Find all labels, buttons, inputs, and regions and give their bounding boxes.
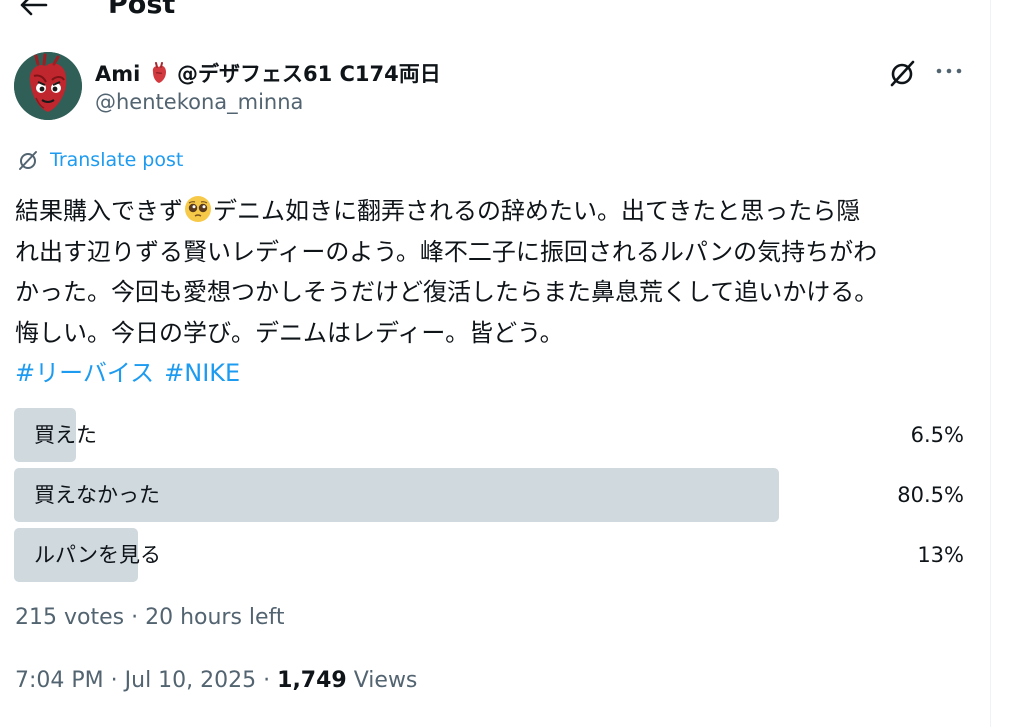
hashtag-levis[interactable]: #リーバイス	[15, 353, 154, 394]
views-label: Views	[346, 668, 418, 693]
poll-option-percent: 80.5%	[897, 483, 964, 507]
poll-option: 買えなかった 80.5%	[14, 468, 964, 522]
post-date[interactable]: Jul 10, 2025	[125, 668, 257, 693]
poll-option-label: 買えた	[34, 423, 97, 447]
poll-option-label: 買えなかった	[34, 483, 160, 507]
poll-option: 買えた 6.5%	[14, 408, 964, 462]
post-time[interactable]: 7:04 PM	[15, 668, 104, 693]
grok-icon[interactable]	[888, 58, 918, 88]
poll-option-label: ルパンを見る	[34, 543, 162, 567]
timestamp-separator: ·	[256, 668, 278, 693]
post-timestamp: 7:04 PM · Jul 10, 2025 · 1,749 Views	[15, 668, 417, 693]
poll-meta: 215 votes · 20 hours left	[15, 605, 285, 630]
post-line-1-end: デニム如きに翻弄されるの辞めたい。出てきたと思ったら隠	[213, 197, 861, 225]
pleading-face-icon	[185, 196, 211, 222]
poll-meta-separator: ·	[124, 605, 146, 630]
avatar[interactable]	[14, 52, 82, 120]
post-line-4: 悔しい。今日の学び。デニムはレディー。皆どう。	[15, 318, 564, 347]
translate-icon	[19, 151, 37, 170]
timestamp-separator: ·	[103, 668, 125, 693]
header: Post	[0, 0, 990, 22]
translate-label: Translate post	[50, 149, 184, 171]
post-text: 結果購入できず デニム如きに翻弄されるの辞めたい。出てきたと思ったら隠 れ出す辺…	[15, 191, 975, 394]
author-name: Ami	[95, 62, 141, 86]
page-title: Post	[108, 0, 176, 20]
author-handle[interactable]: @hentekona_minna	[95, 90, 303, 114]
post-line-3: かった。今回も愛想つかしそうだけど復活したらまた鼻息荒くして追いかける。	[15, 278, 879, 306]
post-line-2: れ出す辺りずる賢いレディーのよう。峰不二子に振回されるルパンの気持ちがわ	[15, 237, 878, 266]
translate-post-button[interactable]: Translate post	[16, 147, 183, 173]
poll-time-left: 20 hours left	[145, 605, 285, 630]
poll: 買えた 6.5% 買えなかった 80.5% ルパンを見る 13%	[14, 408, 964, 588]
anatomical-heart-icon	[152, 62, 166, 83]
poll-option: ルパンを見る 13%	[14, 528, 964, 582]
anatomical-heart-avatar	[14, 52, 82, 120]
column-divider	[990, 0, 991, 727]
display-name[interactable]: Ami @デザフェス61 C174両日	[95, 58, 441, 88]
hashtags: #リーバイス #NIKE	[15, 353, 975, 394]
poll-votes: 215 votes	[15, 605, 125, 630]
more-icon[interactable]	[934, 58, 964, 84]
views-count: 1,749	[277, 668, 347, 693]
arrow-left-icon[interactable]	[18, 0, 48, 18]
post-line-1-start: 結果購入できず	[15, 197, 183, 225]
poll-option-percent: 6.5%	[910, 423, 964, 447]
poll-option-percent: 13%	[917, 543, 964, 567]
post-line-1: 結果購入できず デニム如きに翻弄されるの辞めたい。出てきたと思ったら隠	[15, 191, 975, 232]
author-name-suffix: @デザフェス61 C174両日	[176, 62, 441, 86]
hashtag-nike[interactable]: #NIKE	[164, 353, 240, 394]
